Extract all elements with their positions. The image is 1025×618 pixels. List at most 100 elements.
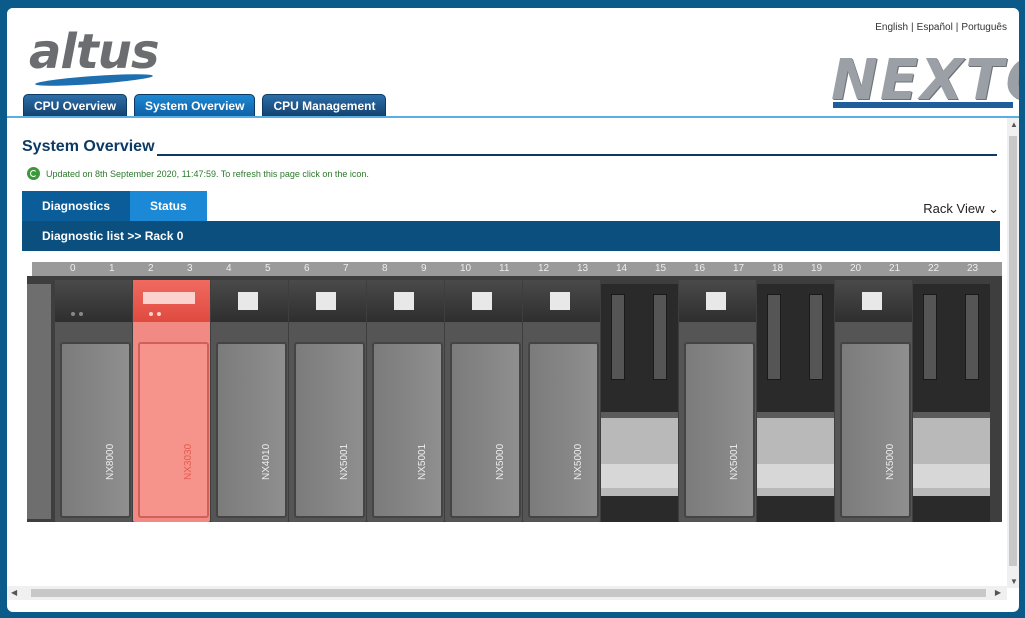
rack-module[interactable]: NX8000 (55, 280, 132, 522)
scroll-up-icon[interactable]: ▲ (1010, 120, 1018, 129)
rack-module[interactable]: NX5001 (289, 280, 366, 522)
module-head (445, 280, 522, 322)
empty-slot (757, 284, 834, 522)
rack-view: 0 1 2 3 4 5 6 7 8 9 10 11 12 13 14 15 16 17 18 19 20 21 22 23 N… (27, 262, 1002, 524)
slot-shelf-front (757, 464, 834, 488)
slot-number: 12 (538, 263, 550, 274)
slot-number: 20 (850, 263, 862, 274)
horizontal-scroll-thumb[interactable] (31, 589, 986, 597)
module-face (684, 342, 755, 518)
slot-number: 10 (460, 263, 472, 274)
tab-cpu-management[interactable]: CPU Management (262, 94, 387, 118)
module-label: NX3030 (183, 443, 194, 480)
module-head (679, 280, 756, 322)
module-label: NX5000 (495, 443, 506, 480)
module-face (138, 342, 209, 518)
slot-number: 13 (577, 263, 589, 274)
slot-number: 2 (148, 263, 154, 274)
slot-shelf-front (913, 464, 990, 488)
slot-number: 17 (733, 263, 745, 274)
nexto-logo-bar (833, 102, 1013, 108)
header: altus English|Español|Português NEXTO CP… (7, 8, 1019, 118)
tab-diagnostics[interactable]: Diagnostics (22, 191, 131, 221)
rack-module[interactable]: NX3030 (133, 280, 210, 522)
vertical-scroll-thumb[interactable] (1009, 136, 1017, 566)
lang-english[interactable]: English (875, 22, 908, 33)
module-label: NX5000 (573, 443, 584, 480)
rack-module[interactable]: NX5001 (679, 280, 756, 522)
lang-portugues[interactable]: Português (961, 22, 1007, 33)
slot-number: 4 (226, 263, 232, 274)
altus-logo: altus (29, 24, 160, 80)
slot-number: 7 (343, 263, 349, 274)
app-window: altus English|Español|Português NEXTO CP… (7, 8, 1019, 612)
module-label: NX8000 (105, 443, 116, 480)
module-indicator (472, 292, 492, 310)
slot-connector (611, 294, 625, 380)
module-indicator (862, 292, 882, 310)
empty-slot (601, 284, 678, 522)
rack-module[interactable]: NX5000 (835, 280, 912, 522)
tab-status[interactable]: Status (130, 191, 207, 221)
module-face (372, 342, 443, 518)
slot-shelf-front (601, 464, 678, 488)
slot-connector (923, 294, 937, 380)
slot-number: 9 (421, 263, 427, 274)
status-led-icon (149, 312, 153, 316)
tab-cpu-overview[interactable]: CPU Overview (23, 94, 128, 118)
refresh-row: Updated on 8th September 2020, 11:47:59.… (27, 167, 369, 180)
module-head (55, 280, 132, 322)
module-head (289, 280, 366, 322)
language-selector: English | Español | Português (875, 22, 1007, 33)
slot-number: 3 (187, 263, 193, 274)
module-head (133, 280, 210, 322)
vertical-scrollbar[interactable]: ▲ ▼ (1007, 118, 1019, 588)
main-tabs: CPU Overview System Overview CPU Managem… (23, 94, 387, 118)
module-face (450, 342, 521, 518)
module-indicator (394, 292, 414, 310)
module-face (216, 342, 287, 518)
rack-end-cap (27, 284, 51, 519)
breadcrumb-text: Diagnostic list >> Rack 0 (42, 229, 184, 243)
scroll-down-icon[interactable]: ▼ (1010, 577, 1018, 586)
module-label: NX5000 (885, 443, 896, 480)
scroll-left-icon[interactable]: ◀ (11, 588, 17, 597)
page-title: System Overview (22, 138, 155, 155)
module-face (60, 342, 131, 518)
horizontal-scrollbar[interactable]: ◀ ▶ (7, 586, 1007, 600)
chevron-down-icon: ⌄ (988, 201, 999, 216)
breadcrumb: Diagnostic list >> Rack 0 (22, 221, 1000, 251)
lang-espanol[interactable]: Español (917, 22, 953, 33)
rack-view-label: Rack View (923, 201, 985, 216)
rack-module[interactable]: NX5000 (445, 280, 522, 522)
slot-connector (653, 294, 667, 380)
slot-number: 15 (655, 263, 667, 274)
module-indicator (706, 292, 726, 310)
slot-connector (809, 294, 823, 380)
slot-number: 14 (616, 263, 628, 274)
slot-number: 6 (304, 263, 310, 274)
tab-system-overview[interactable]: System Overview (134, 94, 256, 118)
rack-module[interactable]: NX5000 (523, 280, 600, 522)
module-label: NX5001 (339, 443, 350, 480)
refresh-icon[interactable] (27, 167, 40, 180)
module-indicator (550, 292, 570, 310)
module-head (523, 280, 600, 322)
slot-number: 18 (772, 263, 784, 274)
module-face (840, 342, 911, 518)
module-face (528, 342, 599, 518)
module-label: NX5001 (417, 443, 428, 480)
slot-number: 21 (889, 263, 901, 274)
scroll-right-icon[interactable]: ▶ (995, 588, 1001, 597)
slot-number: 0 (70, 263, 76, 274)
module-head (367, 280, 444, 322)
rack-module[interactable]: NX5001 (367, 280, 444, 522)
rack-module[interactable]: NX4010 (211, 280, 288, 522)
refresh-text: Updated on 8th September 2020, 11:47:59.… (46, 168, 369, 179)
rack-view-dropdown[interactable]: Rack View ⌄ (923, 201, 999, 217)
module-head (211, 280, 288, 322)
module-label: NX5001 (729, 443, 740, 480)
slot-number: 19 (811, 263, 823, 274)
module-head (835, 280, 912, 322)
status-led-icon (71, 312, 75, 316)
